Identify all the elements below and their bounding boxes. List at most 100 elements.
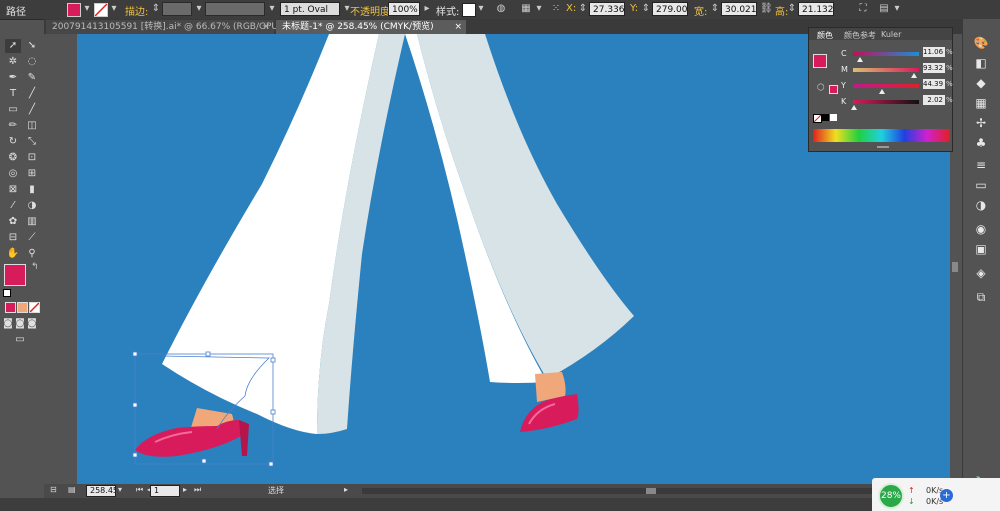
gradient-tool-icon[interactable]: ▮ <box>24 183 40 197</box>
channel-k-value[interactable]: 2.02 <box>923 95 945 105</box>
stepper-icon[interactable]: ⇕ <box>150 3 162 15</box>
kuler-icon[interactable]: ◆ <box>970 75 992 91</box>
scrollbar-thumb[interactable] <box>646 488 656 494</box>
warp-tool-icon[interactable]: ❂ <box>5 151 21 165</box>
chevron-right-icon[interactable]: ▸ <box>421 3 433 15</box>
chevron-down-icon[interactable]: ▾ <box>193 3 205 15</box>
none-swatch[interactable] <box>813 114 822 123</box>
fill-color-box[interactable] <box>4 264 26 286</box>
shape-builder-tool-icon[interactable]: ◎ <box>5 167 21 181</box>
x-field[interactable]: 27.336 m <box>589 2 625 16</box>
color-mode-icon[interactable] <box>5 302 16 313</box>
brushes-icon[interactable]: ✢ <box>970 115 992 131</box>
column-graph-tool-icon[interactable]: ▥ <box>24 215 40 229</box>
next-page-icon[interactable]: ▸ <box>183 485 187 494</box>
direct-selection-tool-icon[interactable]: ➘ <box>24 39 40 53</box>
eraser-tool-icon[interactable]: ◫ <box>24 119 40 133</box>
style-swatch[interactable] <box>462 3 476 17</box>
stepper-icon[interactable]: ⇕ <box>577 3 589 15</box>
artboards-icon[interactable]: ⧉ <box>970 289 992 305</box>
zoom-field[interactable]: 258.45 <box>86 485 116 497</box>
tab-document-2[interactable]: 未标题-1* @ 258.45% (CMYK/预览) × <box>276 20 466 34</box>
opacity-field[interactable]: 100% <box>388 2 420 16</box>
gradient-icon[interactable]: ▭ <box>970 177 992 193</box>
stroke-swatch[interactable] <box>94 3 108 17</box>
tab-document-1[interactable]: 200791413105591 [转换].ai* @ 66.67% (RGB/G… <box>46 20 302 34</box>
draw-inside-icon[interactable]: ◙ <box>26 317 38 331</box>
perspective-grid-tool-icon[interactable]: ⊞ <box>24 167 40 181</box>
brush-definition[interactable]: 1 pt. Oval <box>280 2 340 16</box>
color-guide-icon[interactable]: ◧ <box>970 55 992 71</box>
eyedropper-tool-icon[interactable]: ⁄ <box>5 199 21 213</box>
y-field[interactable]: 279.008 r <box>652 2 688 16</box>
page-field[interactable]: 1 <box>150 485 180 497</box>
close-icon[interactable]: × <box>454 20 462 34</box>
blend-tool-icon[interactable]: ◑ <box>24 199 40 213</box>
channel-m-value[interactable]: 93.32 <box>923 63 945 73</box>
stepper-icon[interactable]: ⇕ <box>640 3 652 15</box>
accelerate-icon[interactable]: + <box>940 489 953 502</box>
free-transform-tool-icon[interactable]: ⊡ <box>24 151 40 165</box>
channel-c-slider[interactable] <box>853 52 919 56</box>
channel-k-thumb[interactable] <box>851 105 858 110</box>
chevron-down-icon[interactable]: ▾ <box>81 3 93 15</box>
arrange-icon[interactable]: ▤ <box>878 3 890 15</box>
black-swatch[interactable] <box>822 114 829 121</box>
chevron-down-icon[interactable]: ▾ <box>475 3 487 15</box>
screen-mode-icon[interactable]: ▭ <box>12 333 28 347</box>
scale-tool-icon[interactable]: ⤡ <box>24 135 40 149</box>
stroke-weight-field[interactable] <box>162 2 192 16</box>
link-icon[interactable]: ⛓ <box>760 3 773 15</box>
align-grid-icon[interactable]: ▦ <box>520 3 532 15</box>
tab-color-guide[interactable]: 颜色参考 <box>844 30 876 41</box>
stroke-icon[interactable]: ≡ <box>970 157 992 173</box>
pencil-tool-icon[interactable]: ✏ <box>5 119 21 133</box>
swatches-icon[interactable]: ▦ <box>970 95 992 111</box>
rectangle-tool-icon[interactable]: ▭ <box>5 103 21 117</box>
pen-tool-icon[interactable]: ✒ <box>5 71 21 85</box>
globe-icon[interactable]: ◍ <box>495 3 507 15</box>
symbols-icon[interactable]: ♣ <box>970 135 992 151</box>
chevron-down-icon[interactable]: ▾ <box>533 3 545 15</box>
mesh-tool-icon[interactable]: ⊠ <box>5 183 21 197</box>
transform-icon[interactable]: ⛶ <box>857 3 869 15</box>
swap-colors-icon[interactable]: ↰ <box>31 262 39 272</box>
symbol-sprayer-tool-icon[interactable]: ✿ <box>5 215 21 229</box>
channel-y-slider[interactable] <box>853 84 919 88</box>
close-icon[interactable]: × <box>262 20 270 34</box>
white-swatch[interactable] <box>830 114 837 121</box>
scrollbar-thumb[interactable] <box>952 262 958 272</box>
width-field[interactable]: 30.021 m <box>721 2 757 16</box>
chevron-down-icon[interactable]: ▾ <box>266 3 278 15</box>
horizontal-scrollbar[interactable] <box>362 488 942 494</box>
transparency-icon[interactable]: ◑ <box>970 197 992 213</box>
fill-swatch[interactable] <box>67 3 81 17</box>
channel-c-value[interactable]: 11.06 <box>923 47 945 57</box>
color-spectrum[interactable] <box>813 129 950 142</box>
appearance-icon[interactable]: ◉ <box>970 221 992 237</box>
zoom-tool-icon[interactable]: ⚲ <box>24 247 40 261</box>
type-tool-icon[interactable]: T <box>5 87 21 101</box>
rotate-tool-icon[interactable]: ↻ <box>5 135 21 149</box>
stepper-icon[interactable]: ⇕ <box>709 3 721 15</box>
slice-tool-icon[interactable]: ⟋ <box>24 231 40 245</box>
line-tool-icon[interactable]: ╱ <box>24 87 40 101</box>
artboard-tool-icon[interactable]: ⊟ <box>5 231 21 245</box>
channel-m-thumb[interactable] <box>911 73 918 78</box>
tab-kuler[interactable]: Kuler <box>881 30 901 39</box>
color-panel-icon[interactable]: 🎨 <box>970 35 992 51</box>
none-mode-icon[interactable] <box>29 302 40 313</box>
chevron-down-icon[interactable]: ▾ <box>108 3 120 15</box>
graphic-styles-icon[interactable]: ▣ <box>970 241 992 257</box>
tab-color[interactable]: 颜色 <box>817 30 833 41</box>
channel-k-slider[interactable] <box>853 100 919 104</box>
document-icon[interactable]: ▤ <box>68 485 76 494</box>
channel-m-slider[interactable] <box>853 68 919 72</box>
draw-behind-icon[interactable]: ◙ <box>14 317 26 331</box>
curvature-tool-icon[interactable]: ✎ <box>24 71 40 85</box>
in-gamut-swatch[interactable] <box>829 85 838 94</box>
selection-tool-icon[interactable]: ➚ <box>5 39 21 53</box>
paintbrush-tool-icon[interactable]: ╱ <box>24 103 40 117</box>
channel-y-thumb[interactable] <box>879 89 886 94</box>
gamut-icon[interactable]: ⬡ <box>817 83 825 93</box>
